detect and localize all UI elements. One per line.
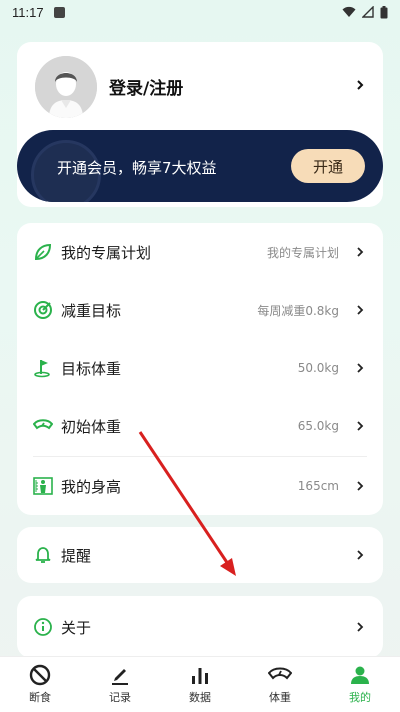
chevron-right-icon: [357, 550, 364, 560]
menu-label: 初始体重: [61, 417, 122, 436]
height-icon: [33, 477, 53, 495]
chevron-right-icon: [357, 421, 364, 431]
vip-banner[interactable]: 开通会员，畅享7大权益 开通: [17, 130, 383, 202]
remind-card: 提醒: [17, 527, 383, 583]
menu-value: 我的专属计划: [266, 245, 339, 260]
menu-item-remind[interactable]: 提醒: [17, 527, 383, 583]
wifi-icon: [342, 6, 356, 17]
menu-item-height[interactable]: 我的身高 165cm: [17, 457, 383, 515]
nav-fasting[interactable]: 断食: [0, 657, 80, 712]
vip-promo-text: 开通会员，畅享7大权益: [57, 159, 217, 177]
chevron-right-icon: [357, 80, 364, 90]
chevron-right-icon: [357, 622, 364, 632]
flag-icon: [34, 360, 50, 378]
fasting-icon: [29, 664, 51, 686]
bar-chart-icon: [192, 668, 208, 684]
nav-record[interactable]: 记录: [80, 657, 160, 712]
about-card: 关于: [17, 596, 383, 658]
menu-item-plan[interactable]: 我的专属计划 我的专属计划: [17, 223, 383, 281]
menu-label: 关于: [61, 618, 92, 637]
nav-label: 体重: [269, 691, 291, 704]
bottom-nav: 断食 记录 数据 体重 我的: [0, 656, 400, 712]
chevron-right-icon: [357, 481, 364, 491]
scale-icon: [268, 667, 292, 680]
nav-label: 数据: [189, 691, 211, 704]
leaf-icon: [34, 243, 52, 261]
settings-menu-card: 我的专属计划 我的专属计划 减重目标 每周减重0.8kg 目标体重 50.0kg…: [17, 223, 383, 515]
menu-label: 我的专属计划: [61, 243, 152, 262]
bell-icon: [35, 547, 51, 563]
menu-value: 65.0kg: [297, 419, 339, 433]
menu-value: 165cm: [297, 479, 339, 493]
menu-value: 每周减重0.8kg: [257, 303, 339, 318]
nav-label: 我的: [349, 691, 371, 704]
menu-item-target-weight[interactable]: 目标体重 50.0kg: [17, 339, 383, 397]
battery-icon: [380, 5, 388, 18]
menu-label: 我的身高: [61, 477, 122, 496]
menu-item-about[interactable]: 关于: [17, 598, 383, 656]
nav-mine[interactable]: 我的: [320, 657, 400, 712]
target-icon: [34, 301, 52, 319]
status-time: 11:17: [12, 4, 44, 20]
nav-weight[interactable]: 体重: [240, 657, 320, 712]
login-register-link[interactable]: 登录/注册: [109, 74, 183, 99]
chevron-right-icon: [357, 247, 364, 257]
menu-label: 减重目标: [61, 301, 122, 320]
pencil-icon: [112, 669, 128, 685]
notification-icon: [53, 6, 65, 18]
nav-label: 断食: [29, 691, 51, 704]
chevron-right-icon: [357, 305, 364, 315]
info-icon: [34, 618, 52, 636]
signal-icon: [362, 6, 374, 18]
nav-label: 记录: [109, 691, 131, 704]
vip-open-button[interactable]: 开通: [291, 149, 365, 183]
menu-item-initial-weight[interactable]: 初始体重 65.0kg: [17, 397, 383, 455]
person-icon: [351, 666, 369, 684]
menu-label: 提醒: [61, 546, 92, 565]
menu-item-weight-loss-goal[interactable]: 减重目标 每周减重0.8kg: [17, 281, 383, 339]
nav-data[interactable]: 数据: [160, 657, 240, 712]
menu-value: 50.0kg: [297, 361, 339, 375]
chevron-right-icon: [357, 363, 364, 373]
menu-label: 目标体重: [61, 359, 122, 378]
status-bar: 11:17: [0, 0, 400, 24]
scale-icon: [33, 419, 53, 430]
avatar[interactable]: [35, 56, 97, 118]
